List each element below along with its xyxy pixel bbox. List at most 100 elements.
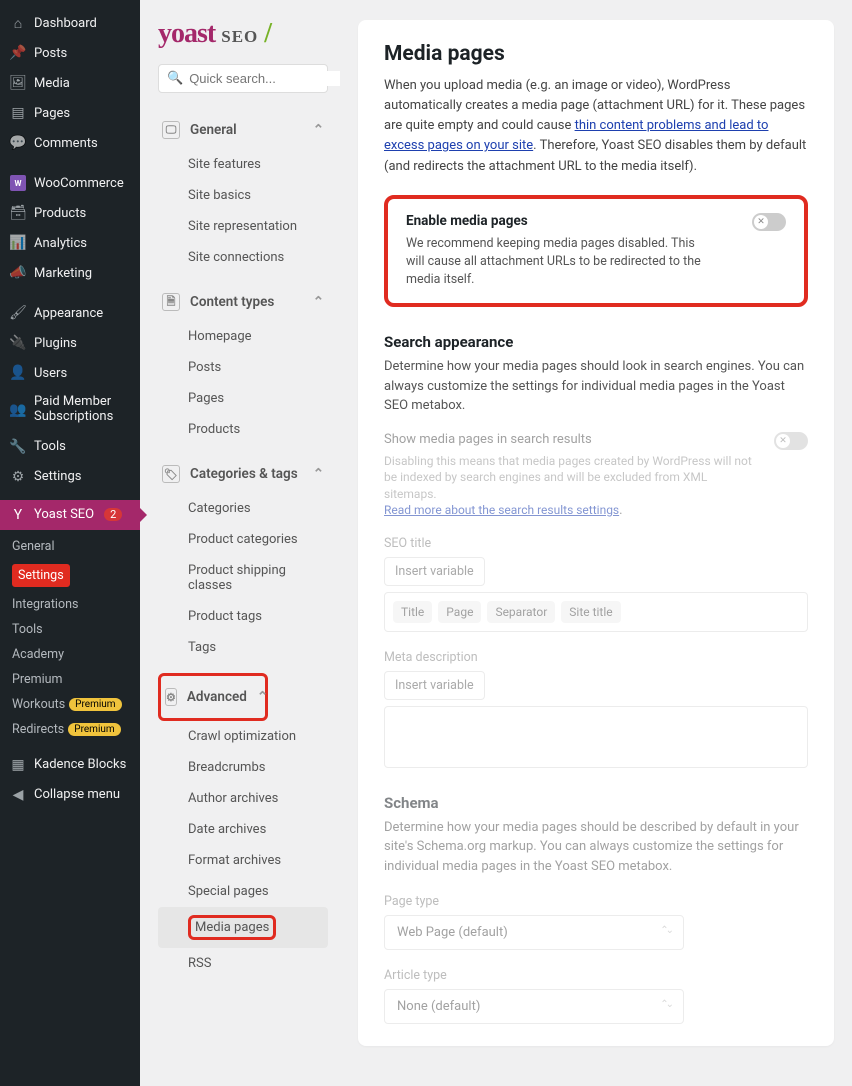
insert-variable-button[interactable]: Insert variable xyxy=(384,671,485,700)
nav-product-shipping[interactable]: Product shipping classes xyxy=(158,555,328,601)
nav-posts[interactable]: Posts xyxy=(158,352,328,383)
comments-icon: 💬 xyxy=(10,135,26,151)
nav-products[interactable]: 🗃Products xyxy=(0,198,140,228)
nav-dashboard[interactable]: ⌂Dashboard xyxy=(0,8,140,38)
nav-marketing[interactable]: 📣Marketing xyxy=(0,258,140,288)
nav-product-tags[interactable]: Product tags xyxy=(158,601,328,632)
nav-paid-member[interactable]: 👥Paid Member Subscriptions xyxy=(0,388,140,432)
page-title: Media pages xyxy=(384,42,808,66)
show-in-search-toggle[interactable]: ✕ xyxy=(774,432,808,450)
page-type-select[interactable]: Web Page (default)⌃⌄ xyxy=(384,915,684,950)
chevron-up-icon: ⌃ xyxy=(313,294,324,310)
nav-categories[interactable]: Categories xyxy=(158,493,328,524)
section-general[interactable]: 🖵General⌃ xyxy=(158,111,328,149)
yoast-sub-workouts[interactable]: WorkoutsPremium xyxy=(0,692,140,717)
nav-posts[interactable]: 📌Posts xyxy=(0,38,140,68)
yoast-sub-settings[interactable]: Settings xyxy=(0,559,140,592)
nav-appearance[interactable]: 🖌Appearance xyxy=(0,298,140,328)
nav-media-pages[interactable]: Media pages xyxy=(158,907,328,948)
show-in-search-label: Show media pages in search results xyxy=(384,432,754,447)
nav-woocommerce[interactable]: WWooCommerce xyxy=(0,168,140,198)
yoast-sub-integrations[interactable]: Integrations xyxy=(0,592,140,617)
user-icon: 👤 xyxy=(10,365,26,381)
wp-admin-sidebar: ⌂Dashboard 📌Posts 🖼Media ▤Pages 💬Comment… xyxy=(0,0,140,1086)
nav-rss[interactable]: RSS xyxy=(158,948,328,979)
nav-site-connections[interactable]: Site connections xyxy=(158,242,328,273)
token-site-title[interactable]: Site title xyxy=(561,601,620,623)
nav-users[interactable]: 👤Users xyxy=(0,358,140,388)
plug-icon: 🔌 xyxy=(10,335,26,351)
sliders-icon: ⚙ xyxy=(165,688,177,706)
token-title[interactable]: Title xyxy=(393,601,432,623)
nav-kadence[interactable]: ▦Kadence Blocks xyxy=(0,750,140,780)
brush-icon: 🖌 xyxy=(10,305,26,321)
section-categories-tags[interactable]: 🏷Categories & tags⌃ xyxy=(158,455,328,493)
yoast-sub-tools[interactable]: Tools xyxy=(0,617,140,642)
megaphone-icon: 📣 xyxy=(10,265,26,281)
token-separator[interactable]: Separator xyxy=(487,601,555,623)
nav-author-archives[interactable]: Author archives xyxy=(158,783,328,814)
update-badge: 2 xyxy=(104,508,122,521)
yoast-sub-premium[interactable]: Premium xyxy=(0,667,140,692)
nav-date-archives[interactable]: Date archives xyxy=(158,814,328,845)
main-content: Media pages When you upload media (e.g. … xyxy=(340,0,852,1086)
nav-pages[interactable]: Pages xyxy=(158,383,328,414)
nav-comments[interactable]: 💬Comments xyxy=(0,128,140,158)
nav-media[interactable]: 🖼Media xyxy=(0,68,140,98)
nav-product-categories[interactable]: Product categories xyxy=(158,524,328,555)
pin-icon: 📌 xyxy=(10,45,26,61)
chevron-up-icon: ⌃ xyxy=(257,689,268,705)
collapse-icon: ◀ xyxy=(10,787,26,803)
group-icon: 👥 xyxy=(10,402,26,418)
yoast-logo: yoast SEO / xyxy=(158,18,328,50)
file-icon: 🗎 xyxy=(162,293,180,311)
insert-variable-button[interactable]: Insert variable xyxy=(384,557,485,586)
enable-media-title: Enable media pages xyxy=(406,213,740,229)
nav-site-basics[interactable]: Site basics xyxy=(158,180,328,211)
schema-heading: Schema xyxy=(384,794,808,812)
nav-yoast-seo[interactable]: YYoast SEO2 xyxy=(0,500,140,530)
nav-breadcrumbs[interactable]: Breadcrumbs xyxy=(158,752,328,783)
x-icon: ✕ xyxy=(754,215,768,229)
nav-plugins[interactable]: 🔌Plugins xyxy=(0,328,140,358)
chevron-up-icon: ⌃ xyxy=(313,122,324,138)
search-icon: 🔍 xyxy=(167,71,183,86)
search-input[interactable] xyxy=(189,71,365,86)
x-icon: ✕ xyxy=(776,434,790,448)
yoast-sub-redirects[interactable]: RedirectsPremium xyxy=(0,717,140,742)
read-more-link[interactable]: Read more about the search results setti… xyxy=(384,503,619,517)
section-content-types[interactable]: 🗎Content types⌃ xyxy=(158,283,328,321)
article-type-select[interactable]: None (default)⌃⌄ xyxy=(384,989,684,1024)
select-arrows-icon: ⌃⌄ xyxy=(660,999,671,1014)
nav-special-pages[interactable]: Special pages xyxy=(158,876,328,907)
nav-pages[interactable]: ▤Pages xyxy=(0,98,140,128)
section-advanced[interactable]: ⚙Advanced⌃ xyxy=(161,678,265,716)
meta-desc-field[interactable] xyxy=(384,706,808,768)
schema-desc: Determine how your media pages should be… xyxy=(384,818,808,877)
yoast-sub-academy[interactable]: Academy xyxy=(0,642,140,667)
nav-products[interactable]: Products xyxy=(158,414,328,445)
nav-site-representation[interactable]: Site representation xyxy=(158,211,328,242)
yoast-sub-general[interactable]: General xyxy=(0,534,140,559)
nav-crawl-optimization[interactable]: Crawl optimization xyxy=(158,721,328,752)
nav-tags[interactable]: Tags xyxy=(158,632,328,663)
nav-settings[interactable]: ⚙Settings xyxy=(0,462,140,492)
nav-tools[interactable]: 🔧Tools xyxy=(0,432,140,462)
quick-search[interactable]: 🔍 ⌘K xyxy=(158,64,328,93)
page-type-label: Page type xyxy=(384,894,808,909)
show-in-search-desc: Disabling this means that media pages cr… xyxy=(384,453,754,503)
nav-analytics[interactable]: 📊Analytics xyxy=(0,228,140,258)
tag-icon: 🏷 xyxy=(162,465,180,483)
yoast-settings-nav: yoast SEO / 🔍 ⌘K 🖵General⌃ Site features… xyxy=(140,0,340,1086)
nav-site-features[interactable]: Site features xyxy=(158,149,328,180)
media-icon: 🖼 xyxy=(10,75,26,91)
nav-homepage[interactable]: Homepage xyxy=(158,321,328,352)
token-page[interactable]: Page xyxy=(438,601,481,623)
gauge-icon: ⌂ xyxy=(10,15,26,31)
monitor-icon: 🖵 xyxy=(162,121,180,139)
seo-title-field[interactable]: Title Page Separator Site title xyxy=(384,592,808,632)
enable-media-toggle[interactable]: ✕ xyxy=(752,213,786,231)
chevron-up-icon: ⌃ xyxy=(313,466,324,482)
nav-format-archives[interactable]: Format archives xyxy=(158,845,328,876)
collapse-menu[interactable]: ◀Collapse menu xyxy=(0,780,140,810)
